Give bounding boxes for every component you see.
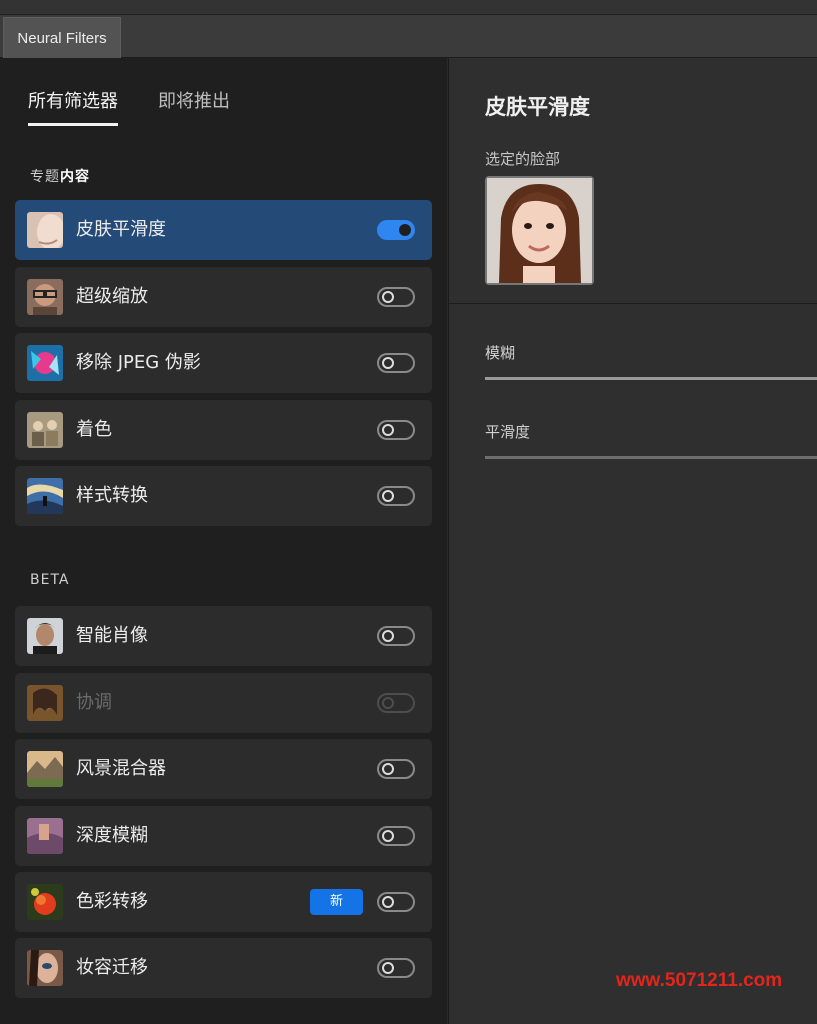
filter-toggle[interactable] <box>377 892 415 912</box>
filter-toggle[interactable] <box>377 287 415 307</box>
filter-label: 协调 <box>76 692 112 713</box>
face-portrait-image <box>487 178 592 283</box>
color-transfer-thumb-icon <box>27 884 63 920</box>
toggle-knob <box>382 357 394 369</box>
section-beta-title: BETA <box>30 572 70 588</box>
filter-item-skin-smoothing[interactable]: 皮肤平滑度 <box>15 200 432 260</box>
colorize-thumb-icon <box>27 412 63 448</box>
filter-toggle[interactable] <box>377 826 415 846</box>
landscape-mixer-thumb-icon <box>27 751 63 787</box>
filter-item-makeup-transfer[interactable]: 妆容迁移 <box>15 938 432 998</box>
tab-all-filters[interactable]: 所有筛选器 <box>28 88 118 126</box>
filter-item-remove-jpeg-artifacts[interactable]: 移除 JPEG 伪影 <box>15 333 432 393</box>
selected-face-thumbnail[interactable] <box>485 176 594 285</box>
app-title-bar <box>0 0 817 15</box>
filter-label: 超级缩放 <box>76 286 148 307</box>
toggle-knob <box>382 896 394 908</box>
smoothness-slider[interactable] <box>485 456 817 459</box>
filter-label: 移除 JPEG 伪影 <box>76 352 201 373</box>
new-badge: 新 <box>310 889 363 915</box>
toggle-knob <box>382 424 394 436</box>
toggle-knob <box>399 224 411 236</box>
filter-item-landscape-mixer[interactable]: 风景混合器 <box>15 739 432 799</box>
filter-label: 皮肤平滑度 <box>76 219 166 240</box>
toggle-knob <box>382 763 394 775</box>
filter-label: 智能肖像 <box>76 625 148 646</box>
filter-label: 样式转换 <box>76 485 148 506</box>
filter-toggle[interactable] <box>377 420 415 440</box>
filter-toggle[interactable] <box>377 486 415 506</box>
panel-tab-strip: Neural Filters <box>0 15 817 58</box>
panel-title: 皮肤平滑度 <box>485 95 590 119</box>
filter-item-color-transfer[interactable]: 色彩转移 新 <box>15 872 432 932</box>
filter-toggle[interactable] <box>377 353 415 373</box>
section-divider <box>449 303 817 304</box>
filter-toggle[interactable] <box>377 626 415 646</box>
toggle-knob <box>382 490 394 502</box>
super-zoom-thumb-icon <box>27 279 63 315</box>
watermark-text: www.5071211.com <box>616 970 783 991</box>
filter-label: 深度模糊 <box>76 825 148 846</box>
toggle-knob <box>382 962 394 974</box>
makeup-transfer-thumb-icon <box>27 950 63 986</box>
filter-item-depth-blur[interactable]: 深度模糊 <box>15 806 432 866</box>
section-featured-title: 专题内容 <box>30 169 90 185</box>
filter-item-smart-portrait[interactable]: 智能肖像 <box>15 606 432 666</box>
blur-slider[interactable] <box>485 377 817 380</box>
jpeg-artifacts-thumb-icon <box>27 345 63 381</box>
smart-portrait-thumb-icon <box>27 618 63 654</box>
filter-toggle[interactable] <box>377 220 415 240</box>
skin-smoothing-thumb-icon <box>27 212 63 248</box>
filter-toggle[interactable] <box>377 693 415 713</box>
filter-label: 风景混合器 <box>76 758 166 779</box>
toggle-knob <box>382 830 394 842</box>
filter-settings-panel: 皮肤平滑度 选定的脸部 模糊 平滑度 <box>448 58 817 1024</box>
filter-label: 着色 <box>76 419 112 440</box>
harmonization-thumb-icon <box>27 685 63 721</box>
blur-slider-label: 模糊 <box>485 344 516 362</box>
tab-coming-soon[interactable]: 即将推出 <box>158 88 230 126</box>
filter-item-colorize[interactable]: 着色 <box>15 400 432 460</box>
tab-neural-filters[interactable]: Neural Filters <box>3 17 121 58</box>
toggle-knob <box>382 697 394 709</box>
filter-toggle[interactable] <box>377 958 415 978</box>
filter-item-harmonization[interactable]: 协调 <box>15 673 432 733</box>
toggle-knob <box>382 291 394 303</box>
smoothness-slider-label: 平滑度 <box>485 423 531 441</box>
depth-blur-thumb-icon <box>27 818 63 854</box>
filter-toggle[interactable] <box>377 759 415 779</box>
filter-label: 妆容迁移 <box>76 957 148 978</box>
toggle-knob <box>382 630 394 642</box>
filter-list-panel: 所有筛选器 即将推出 专题内容 皮肤平滑度 超级缩放 移除 JPEG 伪影 着色 <box>0 58 447 1024</box>
style-transfer-thumb-icon <box>27 478 63 514</box>
filter-item-super-zoom[interactable]: 超级缩放 <box>15 267 432 327</box>
filter-label: 色彩转移 <box>76 891 148 912</box>
filter-item-style-transfer[interactable]: 样式转换 <box>15 466 432 526</box>
selected-face-label: 选定的脸部 <box>485 150 561 168</box>
